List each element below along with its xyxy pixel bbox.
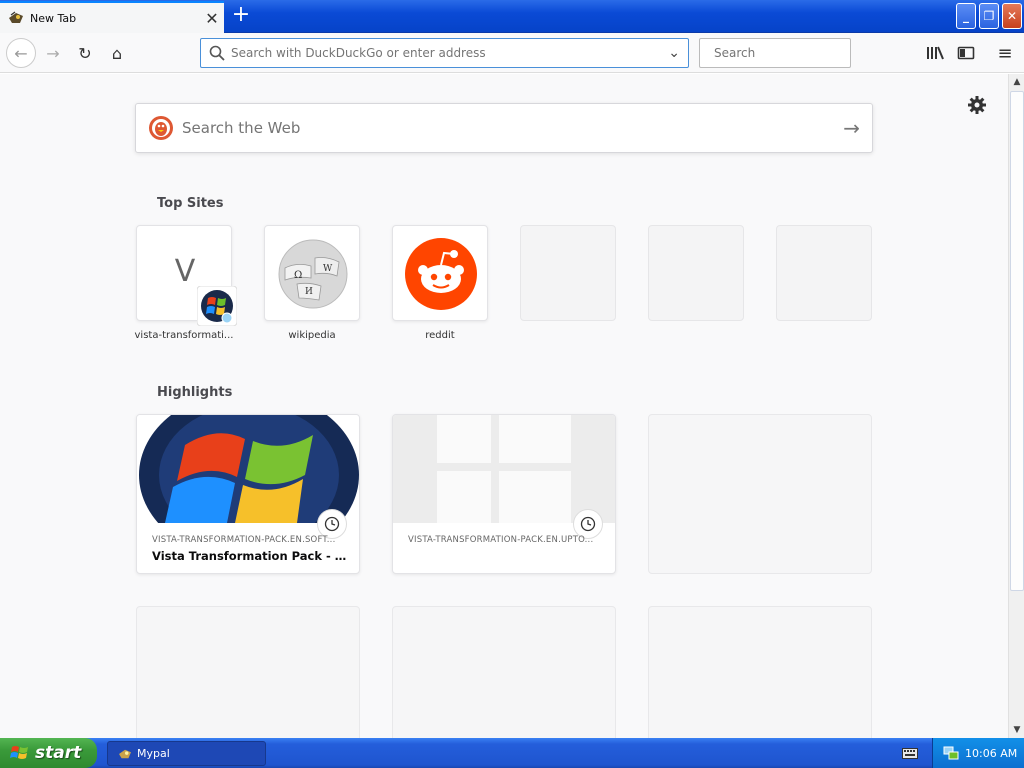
mypal-icon [9, 11, 23, 23]
library-glyph [927, 46, 944, 60]
clock[interactable]: 10:06 AM [965, 747, 1017, 760]
highlight-card-empty[interactable] [648, 414, 872, 574]
search-bar[interactable] [699, 38, 864, 68]
sidebar-icon[interactable] [953, 40, 979, 66]
library-icon[interactable] [922, 40, 948, 66]
windows-flag-icon [10, 746, 28, 759]
forward-button[interactable]: → [40, 40, 66, 66]
windows-vista-icon [197, 286, 237, 326]
top-site-tile-reddit[interactable] [392, 225, 488, 321]
top-site-tile-empty[interactable] [520, 225, 616, 321]
windows-logo-thumbnail [137, 415, 359, 523]
svg-text:И: И [305, 287, 313, 297]
minimize-button[interactable]: _ [956, 3, 976, 29]
top-site-label[interactable]: wikipedia [260, 330, 364, 341]
scroll-down-arrow[interactable]: ▼ [1009, 722, 1024, 738]
window-close-button[interactable]: ✕ [1002, 3, 1022, 29]
highlight-title: Vista Transformation Pack - Do... [152, 549, 347, 563]
search-icon [209, 45, 225, 61]
windows-logo-thumbnail [393, 415, 615, 523]
tab-new-tab[interactable]: New Tab ✕ [0, 1, 224, 33]
web-search-box[interactable]: → [135, 103, 873, 153]
scroll-up-arrow[interactable]: ▲ [1009, 74, 1024, 90]
sidebar-glyph [957, 46, 975, 60]
duckduckgo-icon [149, 116, 173, 140]
start-label: start [35, 743, 82, 763]
wikipedia-icon: Ω W И [278, 239, 348, 309]
taskbar-item-label: Mypal [137, 747, 170, 760]
top-site-label[interactable]: vista-transformati... [132, 330, 236, 341]
scroll-thumb[interactable] [1010, 91, 1024, 591]
top-site-tile-vista[interactable]: V [136, 225, 237, 326]
tab-title: New Tab [30, 11, 77, 25]
url-dropdown-icon[interactable]: ⌄ [668, 45, 680, 61]
top-site-tile-empty[interactable] [776, 225, 872, 321]
new-tab-button[interactable]: + [230, 4, 252, 26]
gear-icon[interactable] [966, 94, 988, 116]
nav-toolbar: ← → ↻ ⌂ ⌄ ≡ [0, 33, 1024, 73]
reddit-icon [405, 238, 477, 310]
tab-bar: New Tab ✕ + _ ❐ ✕ [0, 0, 1024, 33]
top-site-label[interactable]: reddit [388, 330, 492, 341]
home-button[interactable]: ⌂ [104, 40, 130, 66]
start-button[interactable]: start [0, 738, 97, 768]
maximize-button[interactable]: ❐ [979, 3, 999, 29]
new-tab-page: → Top Sites V vista-transformati... [0, 74, 1008, 746]
clock-glyph [324, 516, 340, 532]
tile-letter: V [174, 254, 196, 289]
system-tray: 10:06 AM [932, 738, 1024, 768]
tab-close-icon[interactable]: ✕ [200, 9, 224, 28]
highlight-card[interactable]: VISTA-TRANSFORMATION-PACK.EN.UPTO... [392, 414, 616, 574]
screen: New Tab ✕ + _ ❐ ✕ ← → ↻ ⌂ ⌄ [0, 0, 1024, 768]
web-search-input[interactable] [182, 119, 844, 137]
arrow-right-icon[interactable]: → [843, 116, 860, 140]
address-bar[interactable]: ⌄ [200, 38, 689, 68]
scrollbar[interactable]: ▲ ▼ [1008, 74, 1024, 738]
top-sites-heading: Top Sites [157, 196, 224, 211]
top-site-tile-wikipedia[interactable]: Ω W И [264, 225, 360, 321]
reload-button[interactable]: ↻ [72, 40, 98, 66]
search-input[interactable] [714, 46, 864, 60]
clock-glyph [580, 516, 596, 532]
highlight-card-empty[interactable] [136, 606, 360, 746]
taskbar: start Mypal 10:06 AM [0, 738, 1024, 768]
highlight-url: VISTA-TRANSFORMATION-PACK.EN.SOFT... [152, 535, 336, 545]
back-button[interactable]: ← [6, 38, 36, 68]
svg-text:W: W [323, 264, 333, 274]
menu-icon[interactable]: ≡ [992, 40, 1018, 66]
svg-text:Ω: Ω [294, 270, 302, 281]
taskbar-item-mypal[interactable]: Mypal [107, 741, 266, 766]
highlight-card-empty[interactable] [392, 606, 616, 746]
mypal-icon [119, 749, 131, 758]
highlights-heading: Highlights [157, 385, 233, 400]
highlight-card-empty[interactable] [648, 606, 872, 746]
address-input[interactable] [231, 46, 669, 60]
highlight-card[interactable]: VISTA-TRANSFORMATION-PACK.EN.SOFT... Vis… [136, 414, 360, 574]
top-site-tile-empty[interactable] [648, 225, 744, 321]
network-icon[interactable] [943, 745, 959, 761]
keyboard-icon[interactable] [902, 746, 918, 760]
highlight-url: VISTA-TRANSFORMATION-PACK.EN.UPTO... [408, 535, 594, 545]
